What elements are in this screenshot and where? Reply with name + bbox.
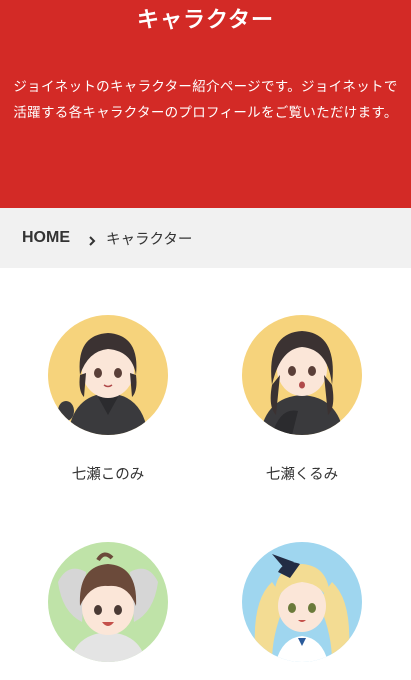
character-konomi-avatar[interactable] — [48, 315, 168, 435]
character-blonde-avatar[interactable] — [242, 542, 362, 662]
breadcrumb: HOME キャラクター — [0, 208, 411, 268]
character-card[interactable] — [28, 542, 188, 680]
chevron-right-icon — [87, 232, 97, 246]
character-name: 七瀬このみ — [71, 467, 145, 483]
character-kurumi-avatar[interactable] — [242, 315, 362, 435]
character-name: 七瀬くるみ — [265, 467, 339, 483]
page-description: ジョイネットのキャラクター紹介ページです。ジョイネットで活躍する各キャラクターの… — [13, 79, 398, 121]
breadcrumb-current: キャラクター — [106, 231, 193, 248]
page-header: キャラクター ジョイネットのキャラクター紹介ページです。ジョイネットで活躍する各… — [0, 0, 411, 208]
character-card[interactable] — [222, 542, 382, 680]
character-card[interactable]: 七瀬くるみ — [222, 315, 382, 484]
character-boy-avatar[interactable] — [48, 542, 168, 662]
character-card[interactable]: 七瀬このみ — [28, 315, 188, 484]
page-title: キャラクター — [136, 8, 275, 33]
breadcrumb-home-link[interactable]: HOME — [22, 229, 70, 247]
